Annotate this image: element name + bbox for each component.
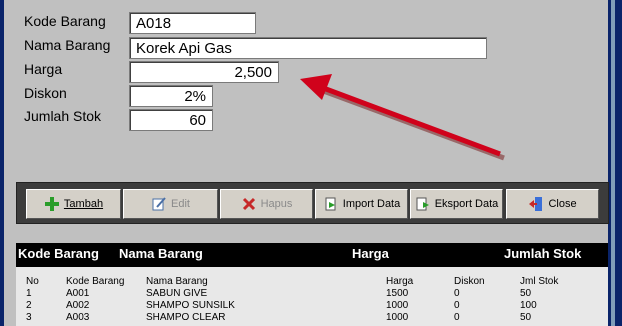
header-nama-barang: Nama Barang xyxy=(119,246,203,261)
import-icon xyxy=(325,197,336,211)
col-kode: Kode Barang xyxy=(66,276,125,287)
table-row[interactable]: 1 A001 SABUN GIVE 1500 0 50 xyxy=(16,288,608,300)
cell-diskon: 0 xyxy=(454,288,460,299)
cell-no: 3 xyxy=(26,312,32,323)
hapus-label: Hapus xyxy=(260,198,293,210)
kode-barang-label: Kode Barang xyxy=(24,13,106,29)
cell-stok: 50 xyxy=(520,288,532,299)
barang-list[interactable]: No Kode Barang Nama Barang Harga Diskon … xyxy=(16,267,608,326)
harga-field[interactable]: 2,500 xyxy=(129,61,279,83)
eksport-data-button[interactable]: Eksport Data xyxy=(410,189,503,219)
delete-x-icon xyxy=(242,197,255,211)
kode-barang-field[interactable]: A018 xyxy=(129,12,256,34)
cell-kode: A001 xyxy=(66,288,90,299)
cell-no: 1 xyxy=(26,288,32,299)
plus-icon xyxy=(44,197,59,211)
cell-kode: A003 xyxy=(66,312,90,323)
cell-harga: 1000 xyxy=(386,300,409,311)
edit-icon xyxy=(152,197,166,211)
tambah-button[interactable]: Tambah xyxy=(26,189,121,219)
col-diskon: Diskon xyxy=(454,276,485,287)
col-harga: Harga xyxy=(386,276,414,287)
header-kode-barang: Kode Barang xyxy=(18,246,99,261)
border-highlight xyxy=(611,0,615,326)
nama-barang-field[interactable]: Korek Api Gas xyxy=(129,37,487,59)
export-icon xyxy=(416,197,429,211)
diskon-label: Diskon xyxy=(24,85,67,101)
edit-button[interactable]: Edit xyxy=(123,189,218,219)
cell-nama: SHAMPO CLEAR xyxy=(146,312,226,323)
list-header-bar: Kode Barang Nama Barang Harga Jumlah Sto… xyxy=(16,243,608,267)
cell-stok: 100 xyxy=(520,300,537,311)
exit-door-icon xyxy=(529,197,543,211)
column-header-row: No Kode Barang Nama Barang Harga Diskon … xyxy=(16,276,608,288)
toolbar: Tambah Edit Hapus Import Data Eksport Da… xyxy=(16,182,609,224)
cell-nama: SABUN GIVE xyxy=(146,288,208,299)
header-harga: Harga xyxy=(352,246,389,261)
cell-no: 2 xyxy=(26,300,32,311)
import-data-button[interactable]: Import Data xyxy=(315,189,408,219)
red-arrow-annotation xyxy=(300,74,505,161)
nama-barang-label: Nama Barang xyxy=(24,37,111,53)
hapus-button[interactable]: Hapus xyxy=(220,189,313,219)
diskon-field[interactable]: 2% xyxy=(129,85,213,107)
cell-harga: 1500 xyxy=(386,288,409,299)
tambah-label: Tambah xyxy=(63,198,104,210)
col-stok: Jml Stok xyxy=(520,276,559,287)
col-no: No xyxy=(26,276,39,287)
edit-label: Edit xyxy=(171,198,190,210)
cell-kode: A002 xyxy=(66,300,90,311)
window-left-border xyxy=(0,0,4,326)
eksport-data-label: Eksport Data xyxy=(434,198,499,210)
cell-nama: SHAMPO SUNSILK xyxy=(146,300,235,311)
harga-label: Harga xyxy=(24,61,63,77)
table-row[interactable]: 3 A003 SHAMPO CLEAR 1000 0 50 xyxy=(16,312,608,324)
window-right-border xyxy=(608,0,622,326)
close-label: Close xyxy=(548,198,577,210)
header-jumlah-stok: Jumlah Stok xyxy=(504,246,582,261)
cell-diskon: 0 xyxy=(454,312,460,323)
close-button[interactable]: Close xyxy=(506,189,599,219)
jumlah-stok-label: Jumlah Stok xyxy=(24,108,102,124)
import-data-label: Import Data xyxy=(342,198,401,210)
cell-harga: 1000 xyxy=(386,312,409,323)
col-nama: Nama Barang xyxy=(146,276,208,287)
cell-diskon: 0 xyxy=(454,300,460,311)
table-row[interactable]: 2 A002 SHAMPO SUNSILK 1000 0 100 xyxy=(16,300,608,312)
jumlah-stok-field[interactable]: 60 xyxy=(129,109,213,131)
cell-stok: 50 xyxy=(520,312,532,323)
